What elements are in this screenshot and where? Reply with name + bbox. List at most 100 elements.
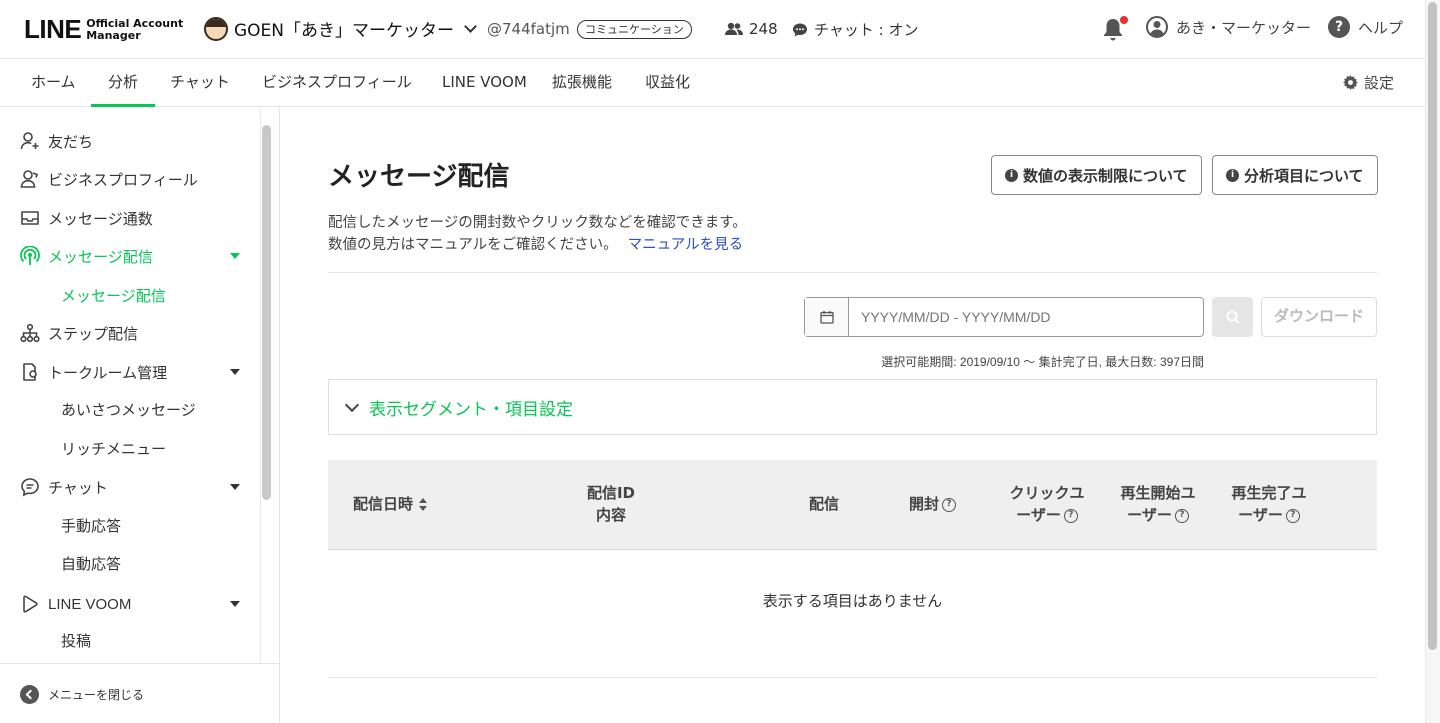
- sidebar-subitem-greeting[interactable]: あいさつメッセージ: [61, 399, 196, 420]
- download-button[interactable]: ダウンロード: [1261, 297, 1377, 337]
- sidebar-item-step-delivery[interactable]: ステップ配信: [20, 321, 242, 345]
- sidebar-item-label: LINE VOOM: [48, 595, 132, 613]
- sidebar-subitem-auto-reply[interactable]: 自動応答: [61, 553, 121, 574]
- column-header-opened: 開封?: [909, 493, 957, 515]
- notification-dot: [1120, 16, 1128, 24]
- help-circle-icon[interactable]: ?: [1285, 508, 1300, 523]
- caret-down-icon: [230, 253, 240, 259]
- line-oam-logo[interactable]: LINE Official Account Manager: [24, 14, 183, 45]
- search-button[interactable]: [1212, 297, 1253, 337]
- inbox-icon: [21, 211, 39, 225]
- chat-bubble-icon: [793, 23, 807, 36]
- category-badge: コミュニケーション: [577, 20, 692, 39]
- voom-icon: [23, 595, 38, 613]
- tab-monetization[interactable]: 収益化: [645, 59, 690, 106]
- tab-chat[interactable]: チャット: [170, 59, 230, 106]
- logo-line-text: LINE: [24, 14, 82, 44]
- talkroom-icon: [23, 363, 37, 381]
- chat-icon: [21, 478, 39, 497]
- account-id: @744fatjm: [487, 20, 570, 38]
- column-play-complete-line1: 再生完了ユ: [1231, 484, 1307, 502]
- page-scrollbar-thumb[interactable]: [1428, 2, 1437, 650]
- notifications-button[interactable]: [1101, 16, 1128, 42]
- settings-button[interactable]: 設定: [1342, 72, 1394, 93]
- gear-icon: [1342, 75, 1358, 90]
- date-range-input[interactable]: [849, 298, 1189, 336]
- account-switcher[interactable]: GOEN「あき」マーケッター: [204, 16, 481, 41]
- user-menu[interactable]: あき・マーケッター: [1146, 16, 1311, 38]
- sidebar-subitem-manual-reply[interactable]: 手動応答: [61, 515, 121, 536]
- help-circle-icon[interactable]: ?: [942, 497, 957, 512]
- broadcast-icon: [20, 246, 40, 265]
- info-icon: i: [1005, 168, 1018, 182]
- table-header: 配信日時 配信ID 内容 配信 開封? クリックユ ーザー? 再生開始ユ ーザー…: [328, 460, 1377, 550]
- calendar-icon: [819, 311, 834, 324]
- help-circle-icon[interactable]: ?: [1063, 508, 1078, 523]
- display-limit-label: 数値の表示制限について: [1023, 166, 1188, 185]
- sidebar-item-line-voom[interactable]: LINE VOOM: [20, 592, 242, 616]
- calendar-button[interactable]: [805, 298, 849, 336]
- sidebar-item-message-delivery[interactable]: メッセージ配信: [20, 244, 242, 268]
- logo-subtitle-line2: Manager: [86, 28, 141, 42]
- tab-extensions[interactable]: 拡張機能: [552, 59, 612, 106]
- column-play-start-line1: 再生開始ユ: [1120, 484, 1196, 502]
- sidebar-item-talkroom[interactable]: トークルーム管理: [20, 360, 242, 384]
- page-title: メッセージ配信: [328, 162, 510, 192]
- sidebar-item-message-count[interactable]: メッセージ通数: [20, 206, 242, 230]
- top-header: LINE Official Account Manager GOEN「あき」マー…: [0, 0, 1425, 59]
- main-content: メッセージ配信 i 数値の表示制限について i 分析項目について 配信したメッセ…: [280, 107, 1425, 723]
- settings-label: 設定: [1363, 74, 1394, 92]
- column-play-start-line2: ーザー: [1127, 506, 1172, 524]
- sidebar-item-label: ビジネスプロフィール: [48, 170, 198, 189]
- manual-link[interactable]: マニュアルを見る: [628, 237, 744, 253]
- sidebar-subitem-post[interactable]: 投稿: [61, 630, 91, 651]
- chat-status-label: チャット : オン: [814, 21, 919, 39]
- sidebar-subitem-rich-menu[interactable]: リッチメニュー: [61, 438, 166, 459]
- display-limit-button[interactable]: i 数値の表示制限について: [991, 155, 1202, 195]
- analysis-items-button[interactable]: i 分析項目について: [1212, 155, 1378, 195]
- chat-status[interactable]: チャット : オン: [792, 19, 918, 40]
- table-bottom-divider: [328, 677, 1377, 678]
- close-menu-label: メニューを閉じる: [48, 688, 145, 702]
- step-icon: [20, 323, 40, 343]
- sort-icon[interactable]: [419, 497, 428, 512]
- column-header-date[interactable]: 配信日時: [353, 493, 428, 515]
- tab-home[interactable]: ホーム: [31, 59, 76, 106]
- person-icon: [20, 170, 39, 188]
- column-id-line2: 内容: [595, 506, 626, 524]
- chevron-down-icon: [464, 20, 477, 33]
- selectable-period-note: 選択可能期間: 2019/09/10 〜 集計完了日, 最大日数: 397日間: [881, 355, 1204, 369]
- description-line2-text: 数値の見方はマニュアルをご確認ください。: [328, 237, 618, 253]
- column-date-label: 配信日時: [353, 495, 414, 513]
- help-link[interactable]: ? ヘルプ: [1328, 16, 1403, 38]
- sidebar-item-friends[interactable]: 友だち: [20, 129, 242, 153]
- sidebar-item-label: メッセージ通数: [48, 209, 153, 228]
- tab-analytics[interactable]: 分析: [90, 59, 156, 107]
- close-menu-button[interactable]: メニューを閉じる: [20, 685, 144, 704]
- analysis-items-label: 分析項目について: [1244, 166, 1364, 185]
- tab-business-profile[interactable]: ビジネスプロフィール: [262, 59, 412, 106]
- search-icon: [1226, 310, 1240, 324]
- person-add-icon: [20, 132, 39, 150]
- sidebar-item-label: ステップ配信: [48, 324, 139, 343]
- sidebar-scrollbar[interactable]: [262, 125, 271, 500]
- sidebar-item-business-profile[interactable]: ビジネスプロフィール: [20, 167, 242, 191]
- column-header-click-users: クリックユ ーザー?: [1006, 482, 1088, 526]
- date-range-picker[interactable]: [804, 297, 1204, 337]
- column-play-complete-line2: ーザー: [1238, 506, 1283, 524]
- column-id-line1: 配信ID: [586, 484, 636, 502]
- sidebar-item-chat[interactable]: チャット: [20, 475, 242, 499]
- user-avatar-icon: [1146, 16, 1168, 38]
- column-header-play-start-users: 再生開始ユ ーザー?: [1117, 482, 1199, 526]
- help-circle-icon[interactable]: ?: [1174, 508, 1189, 523]
- column-header-delivered: 配信: [809, 495, 840, 513]
- sidebar-subitem-message-delivery[interactable]: メッセージ配信: [61, 285, 166, 306]
- description-line1: 配信したメッセージの開封数やクリック数などを確認できます。: [328, 215, 747, 231]
- segment-settings-toggle[interactable]: 表示セグメント・項目設定: [328, 379, 1377, 435]
- column-click-line1: クリックユ: [1009, 484, 1085, 502]
- people-icon: [725, 22, 743, 35]
- sidebar-item-label: チャット: [48, 478, 108, 497]
- sidebar: 友だち ビジネスプロフィール メッセージ通数 メッセージ配信 メッセージ配信 ス…: [0, 107, 280, 723]
- tab-line-voom[interactable]: LINE VOOM: [442, 59, 527, 106]
- caret-down-icon: [230, 601, 240, 607]
